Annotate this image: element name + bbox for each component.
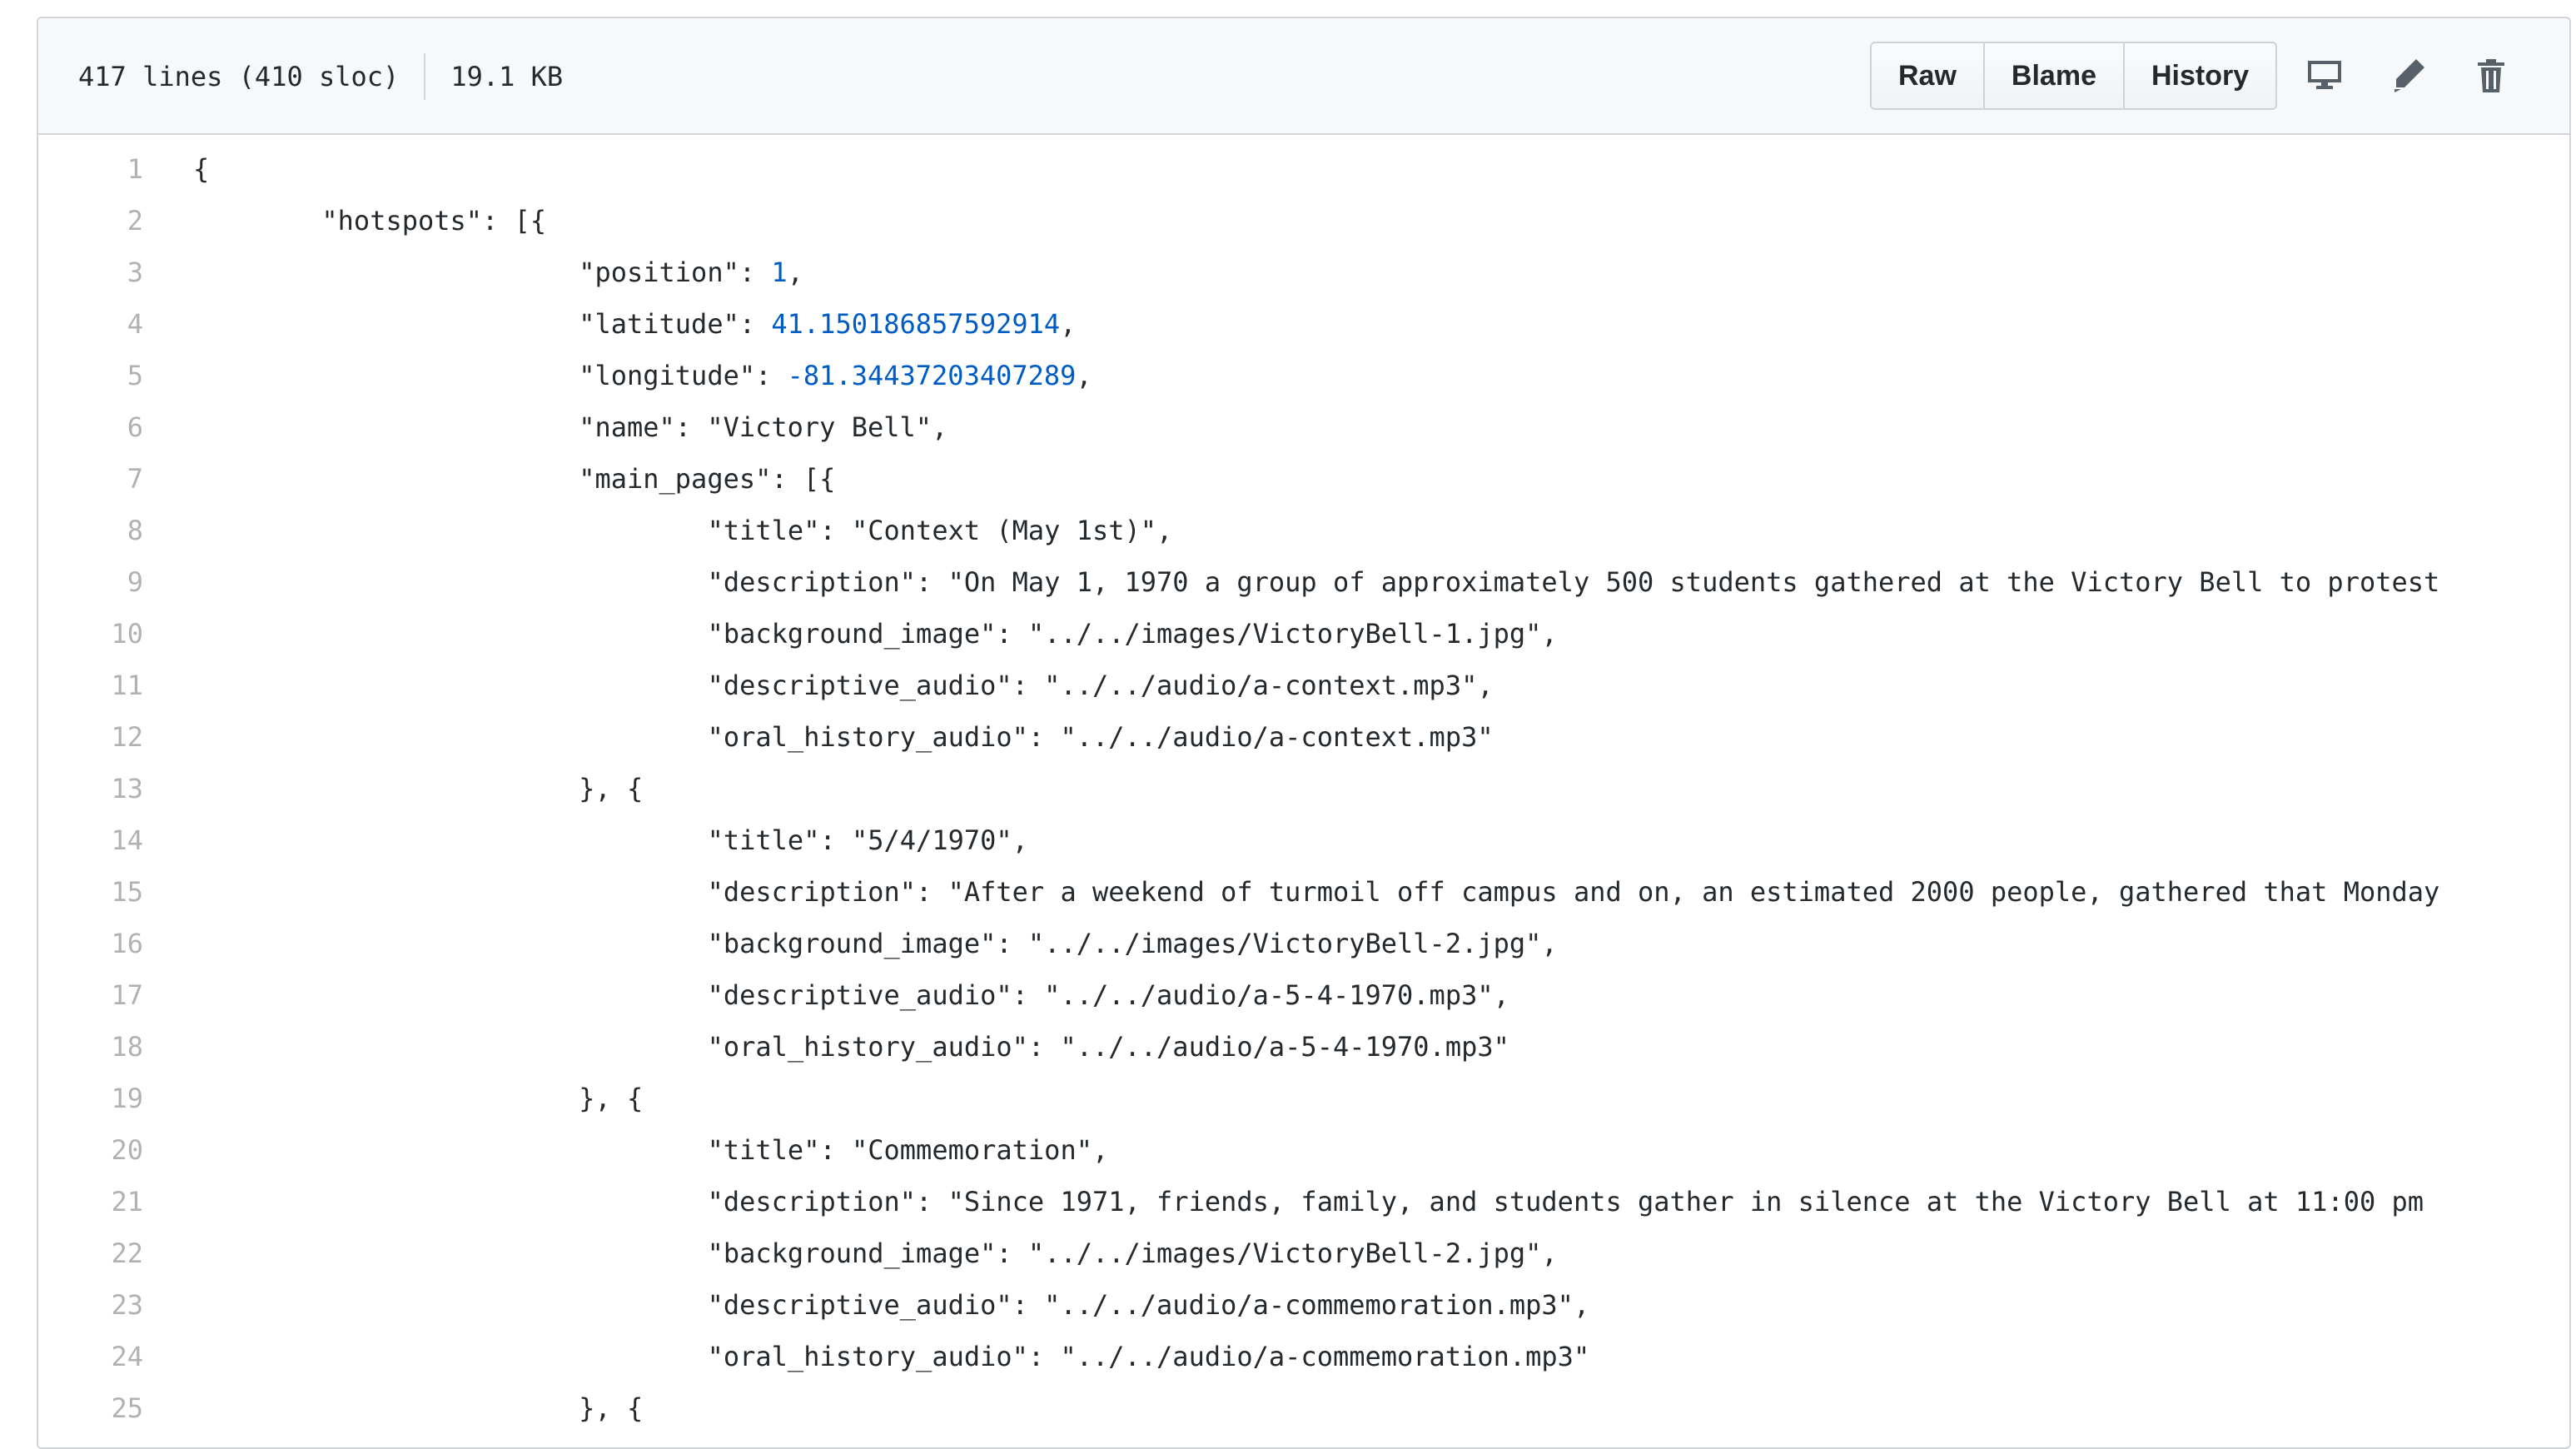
line-number[interactable]: 19	[38, 1073, 143, 1124]
json-number-value: 41.150186857592914	[771, 308, 1061, 340]
code-text: "title": "Commemoration",	[707, 1134, 1109, 1166]
json-number-value: 1	[771, 256, 788, 288]
code-line: 13 }, {	[38, 763, 2569, 814]
code-blob: 1{2 "hotspots": [{3 "position": 1, 4 "latitu…	[38, 135, 2569, 1434]
line-number[interactable]: 5	[38, 350, 143, 401]
code-text: "descriptive_audio": "../../audio/a-comm…	[707, 1289, 1590, 1321]
line-number[interactable]: 4	[38, 298, 143, 350]
json-key: "position":	[579, 256, 772, 288]
code-text: }, {	[579, 773, 644, 804]
file-size: 19.1 KB	[450, 61, 564, 92]
code-line: 6 "name": "Victory Bell",	[38, 401, 2569, 453]
code-line: 15 "description": "After a weekend of tur…	[38, 866, 2569, 918]
code-text: "description": "On May 1, 1970 a group o…	[707, 566, 2440, 598]
line-number[interactable]: 9	[38, 556, 143, 608]
code-line: 24 "oral_history_audio": "../../audio/a-c…	[38, 1331, 2569, 1382]
code-text: "oral_history_audio": "../../audio/a-com…	[707, 1341, 1590, 1372]
code-text: "title": "5/4/1970",	[707, 824, 1028, 856]
divider	[424, 53, 426, 100]
code-text: "background_image": "../../images/Victor…	[707, 928, 1558, 959]
line-number[interactable]: 2	[38, 195, 143, 246]
json-key: "latitude":	[579, 308, 772, 340]
code-text: "longitude": -81.34437203407289,	[143, 350, 1092, 401]
code-line: 2 "hotspots": [{	[38, 195, 2569, 246]
line-number[interactable]: 20	[38, 1124, 143, 1176]
pencil-icon[interactable]	[2386, 54, 2429, 97]
json-punctuation: ,	[1060, 308, 1077, 340]
code-line: 18 "oral_history_audio": "../../audio/a-5…	[38, 1021, 2569, 1073]
code-line: 12 "oral_history_audio": "../../audio/a-c…	[38, 711, 2569, 763]
code-text: }, {	[579, 1083, 644, 1114]
line-number[interactable]: 16	[38, 918, 143, 969]
code-line: 17 "descriptive_audio": "../../audio/a-5-…	[38, 969, 2569, 1021]
code-text: "background_image": "../../images/Victor…	[707, 1237, 1558, 1269]
code-text: {	[193, 153, 210, 185]
line-number[interactable]: 3	[38, 246, 143, 298]
file-viewer: 417 lines (410 sloc) 19.1 KB Raw Blame H…	[37, 17, 2571, 1449]
line-number[interactable]: 6	[38, 401, 143, 453]
line-number[interactable]: 10	[38, 608, 143, 660]
json-punctuation: ,	[787, 256, 803, 288]
raw-button[interactable]: Raw	[1872, 43, 1985, 108]
code-line: 11 "descriptive_audio": "../../audio/a-co…	[38, 660, 2569, 711]
code-line: 20 "title": "Commemoration",	[38, 1124, 2569, 1176]
code-text: "main_pages": [{	[579, 463, 836, 495]
code-line: 23 "descriptive_audio": "../../audio/a-co…	[38, 1279, 2569, 1331]
json-punctuation: ,	[1076, 360, 1092, 391]
line-number[interactable]: 18	[38, 1021, 143, 1073]
code-line: 10 "background_image": "../../images/Vict…	[38, 608, 2569, 660]
line-number[interactable]: 21	[38, 1176, 143, 1227]
code-text: "descriptive_audio": "../../audio/a-5-4-…	[707, 979, 1509, 1011]
desktop-icon[interactable]	[2303, 54, 2346, 97]
code-line: 21 "description": "Since 1971, friends, f…	[38, 1176, 2569, 1227]
code-line: 16 "background_image": "../../images/Vict…	[38, 918, 2569, 969]
code-line: 14 "title": "5/4/1970",	[38, 814, 2569, 866]
file-header: 417 lines (410 sloc) 19.1 KB Raw Blame H…	[38, 18, 2569, 135]
code-text: "background_image": "../../images/Victor…	[707, 618, 1558, 650]
line-number[interactable]: 8	[38, 505, 143, 556]
line-number[interactable]: 12	[38, 711, 143, 763]
code-text: "latitude": 41.150186857592914,	[143, 298, 1076, 350]
line-number[interactable]: 15	[38, 866, 143, 918]
line-number[interactable]: 14	[38, 814, 143, 866]
code-text: "name": "Victory Bell",	[579, 411, 948, 443]
line-number[interactable]: 25	[38, 1382, 143, 1434]
code-line: 8 "title": "Context (May 1st)",	[38, 505, 2569, 556]
code-line: 19 }, {	[38, 1073, 2569, 1124]
code-line: 22 "background_image": "../../images/Vict…	[38, 1227, 2569, 1279]
code-text: "hotspots": [{	[321, 205, 547, 237]
line-number[interactable]: 22	[38, 1227, 143, 1279]
code-line: 4 "latitude": 41.150186857592914,	[38, 298, 2569, 350]
history-button[interactable]: History	[2125, 43, 2275, 108]
code-text: "oral_history_audio": "../../audio/a-con…	[707, 721, 1494, 753]
blame-button[interactable]: Blame	[1985, 43, 2125, 108]
line-number[interactable]: 1	[38, 143, 143, 195]
line-number[interactable]: 11	[38, 660, 143, 711]
line-count: 417 lines (410 sloc)	[78, 61, 400, 92]
line-number[interactable]: 24	[38, 1331, 143, 1382]
file-info: 417 lines (410 sloc) 19.1 KB	[78, 18, 563, 135]
code-text: "description": "Since 1971, friends, fam…	[707, 1186, 2424, 1217]
code-text: "position": 1,	[143, 246, 803, 298]
code-line: 9 "description": "On May 1, 1970 a group …	[38, 556, 2569, 608]
line-number[interactable]: 23	[38, 1279, 143, 1331]
code-text: "description": "After a weekend of turmo…	[707, 876, 2440, 908]
code-text: "title": "Context (May 1st)",	[707, 515, 1173, 546]
file-icon-actions	[2303, 42, 2513, 110]
line-number[interactable]: 7	[38, 453, 143, 505]
json-number-value: -81.34437203407289	[787, 360, 1077, 391]
code-text: "descriptive_audio": "../../audio/a-cont…	[707, 670, 1494, 701]
code-line: 7 "main_pages": [{	[38, 453, 2569, 505]
code-line: 1{	[38, 143, 2569, 195]
code-line: 5 "longitude": -81.34437203407289,	[38, 350, 2569, 401]
line-number[interactable]: 13	[38, 763, 143, 814]
line-number[interactable]: 17	[38, 969, 143, 1021]
json-key: "longitude":	[579, 360, 788, 391]
code-text: }, {	[579, 1392, 644, 1424]
code-line: 25 }, {	[38, 1382, 2569, 1434]
file-actions-button-group: Raw Blame History	[1870, 42, 2278, 110]
code-text: "oral_history_audio": "../../audio/a-5-4…	[707, 1031, 1509, 1063]
code-line: 3 "position": 1,	[38, 246, 2569, 298]
trash-icon[interactable]	[2469, 54, 2513, 97]
